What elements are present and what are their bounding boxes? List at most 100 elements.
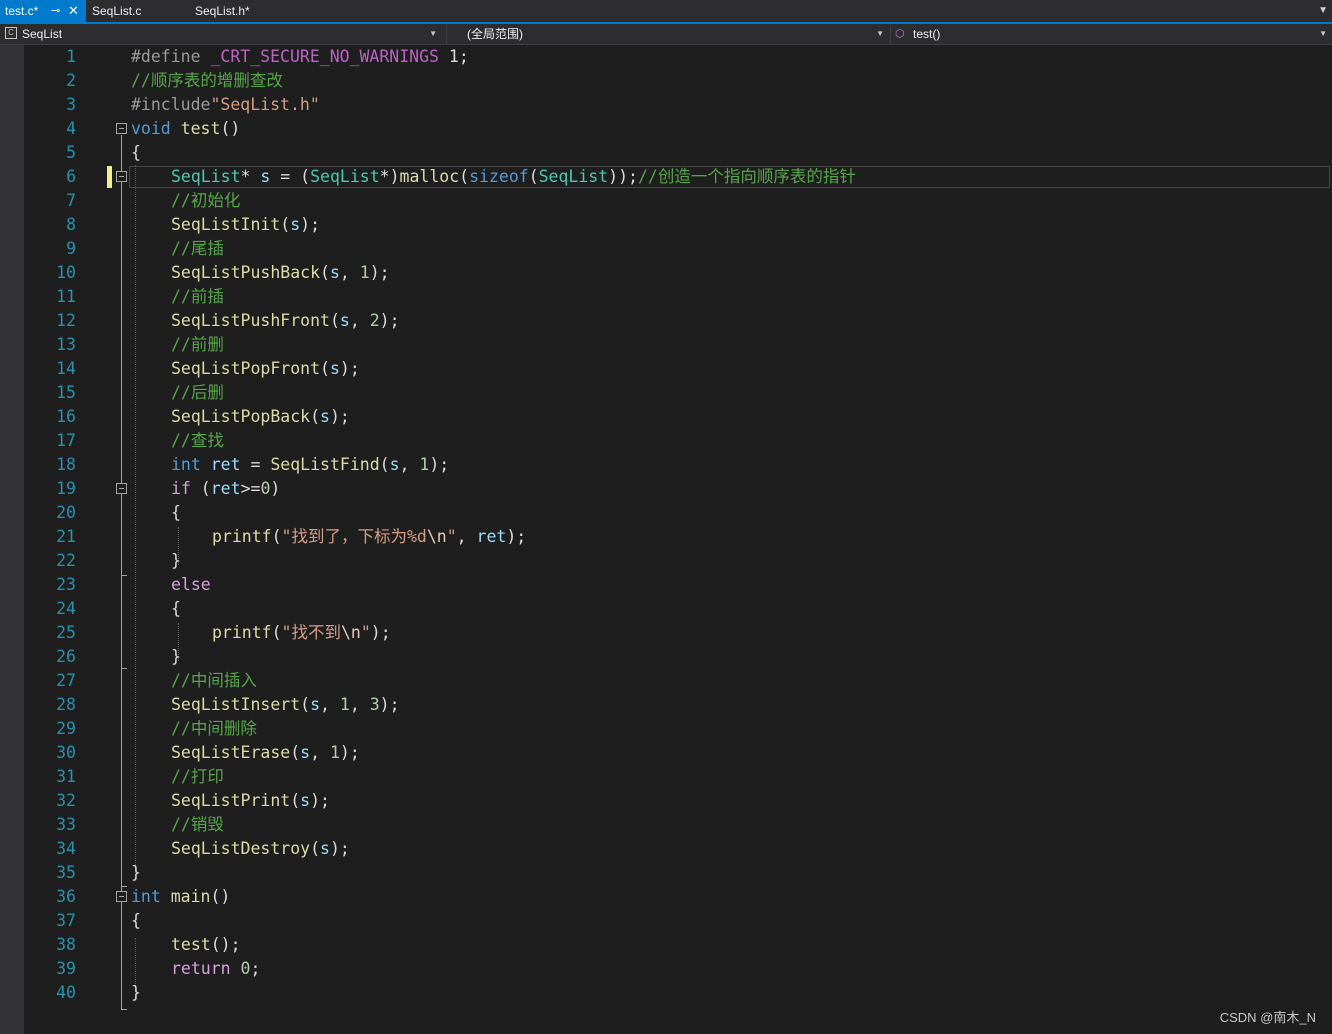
tab-label: test.c* — [5, 4, 39, 18]
code-text: //前插 — [171, 287, 224, 306]
line-number: 22 — [56, 551, 76, 570]
code-text: SeqListPopFront(s); — [171, 359, 360, 378]
line-number: 9 — [66, 239, 76, 258]
line-number: 3 — [66, 95, 76, 114]
code-line: 30 SeqListErase(s, 1); — [0, 741, 1332, 765]
line-number: 35 — [56, 863, 76, 882]
code-text: //查找 — [171, 431, 224, 450]
line-number: 13 — [56, 335, 76, 354]
member-label: test() — [913, 27, 941, 41]
code-text: //顺序表的增删查改 — [131, 71, 283, 90]
pin-icon[interactable]: ⊸ — [51, 0, 60, 22]
code-text: if (ret>=0) — [171, 479, 281, 498]
line-number: 18 — [56, 455, 76, 474]
code-text: int ret = SeqListFind(s, 1); — [171, 455, 450, 474]
code-text: //打印 — [171, 767, 224, 786]
fold-end-tick — [121, 1009, 127, 1010]
code-line: 16 SeqListPopBack(s); — [0, 405, 1332, 429]
line-number: 2 — [66, 71, 76, 90]
code-text: } — [171, 647, 181, 666]
tab-label: SeqList.c — [92, 4, 142, 18]
code-line: 8 SeqListInit(s); — [0, 213, 1332, 237]
code-text: SeqListPushFront(s, 2); — [171, 311, 400, 330]
code-text: SeqListInsert(s, 1, 3); — [171, 695, 400, 714]
code-line: 20 { — [0, 501, 1332, 525]
collapse-icon[interactable] — [116, 171, 127, 182]
code-text: { — [171, 599, 181, 618]
code-text: { — [131, 911, 141, 930]
project-name: SeqList — [22, 27, 63, 41]
code-line: 27 //中间插入 — [0, 669, 1332, 693]
code-text: SeqList* s = (SeqList*)malloc(sizeof(Seq… — [171, 167, 856, 186]
project-dropdown[interactable]: C SeqList ▼ — [0, 24, 443, 44]
line-number: 28 — [56, 695, 76, 714]
code-text: SeqListPopBack(s); — [171, 407, 350, 426]
function-icon: ⬡ — [895, 28, 905, 40]
code-line: 14 SeqListPopFront(s); — [0, 357, 1332, 381]
code-text: //中间删除 — [171, 719, 257, 738]
code-line: 25 printf("找不到\n"); — [0, 621, 1332, 645]
collapse-icon[interactable] — [116, 483, 127, 494]
tab-overflow-dropdown-icon[interactable]: ▼ — [1318, 0, 1328, 22]
line-number: 5 — [66, 143, 76, 162]
code-line: 19 if (ret>=0) — [0, 477, 1332, 501]
code-line: 32 SeqListPrint(s); — [0, 789, 1332, 813]
tab-label: SeqList.h* — [195, 4, 250, 18]
close-icon[interactable]: ✕ — [68, 0, 79, 22]
code-line: 34 SeqListDestroy(s); — [0, 837, 1332, 861]
tab-seqlist-c[interactable]: SeqList.c — [92, 0, 141, 22]
code-text: SeqListPushBack(s, 1); — [171, 263, 390, 282]
code-line: 38 test(); — [0, 933, 1332, 957]
line-number: 15 — [56, 383, 76, 402]
code-editor[interactable]: 1 #define _CRT_SECURE_NO_WARNINGS 1; .. … — [0, 45, 1332, 1034]
code-line: 15 //后删 — [0, 381, 1332, 405]
line-number: 38 — [56, 935, 76, 954]
line-number: 16 — [56, 407, 76, 426]
code-text: return 0; — [171, 959, 261, 978]
line-number: 24 — [56, 599, 76, 618]
code-text: printf("找到了，下标为%d\n", ret); — [212, 527, 527, 546]
code-text: //初始化 — [171, 191, 241, 210]
line-number: 12 — [56, 311, 76, 330]
line-number: 33 — [56, 815, 76, 834]
code-line: 9 //尾插 — [0, 237, 1332, 261]
code-text: //销毁 — [171, 815, 224, 834]
tab-test-c[interactable]: test.c* ⊸ ✕ — [0, 0, 86, 22]
code-line: 5 { — [0, 141, 1332, 165]
line-number: 10 — [56, 263, 76, 282]
code-line: 12 SeqListPushFront(s, 2); — [0, 309, 1332, 333]
collapse-icon[interactable] — [116, 123, 127, 134]
code-text: else — [171, 575, 211, 594]
code-text: SeqListErase(s, 1); — [171, 743, 360, 762]
line-number: 14 — [56, 359, 76, 378]
code-line: 28 SeqListInsert(s, 1, 3); — [0, 693, 1332, 717]
tab-seqlist-h[interactable]: SeqList.h* — [195, 0, 250, 22]
code-line: 31 //打印 — [0, 765, 1332, 789]
line-number: 21 — [56, 527, 76, 546]
code-line: 7 //初始化 — [0, 189, 1332, 213]
code-text: { — [171, 503, 181, 522]
code-line: 24 { — [0, 597, 1332, 621]
code-line: 1 #define _CRT_SECURE_NO_WARNINGS 1; .. — [0, 45, 1332, 83]
line-number: 34 — [56, 839, 76, 858]
line-number: 23 — [56, 575, 76, 594]
code-line: 11 //前插 — [0, 285, 1332, 309]
code-line: 39 return 0; — [0, 957, 1332, 981]
line-number: 11 — [56, 287, 76, 306]
line-number: 20 — [56, 503, 76, 522]
code-line: 35 } — [0, 861, 1332, 885]
collapse-icon[interactable] — [116, 891, 127, 902]
code-line: 36 int main() — [0, 885, 1332, 909]
code-text: { — [131, 143, 141, 162]
member-dropdown[interactable]: ⬡ test() ▼ — [890, 24, 1332, 44]
line-number: 27 — [56, 671, 76, 690]
code-line: 21 printf("找到了，下标为%d\n", ret); — [0, 525, 1332, 549]
code-text: } — [171, 551, 181, 570]
line-number: 25 — [56, 623, 76, 642]
chevron-down-icon: ▼ — [429, 29, 437, 38]
scope-dropdown[interactable]: (全局范围) ▼ — [446, 24, 890, 44]
line-number: 26 — [56, 647, 76, 666]
code-line: 17 //查找 — [0, 429, 1332, 453]
code-text: void test() — [131, 119, 241, 138]
line-number: 1 — [66, 47, 76, 66]
